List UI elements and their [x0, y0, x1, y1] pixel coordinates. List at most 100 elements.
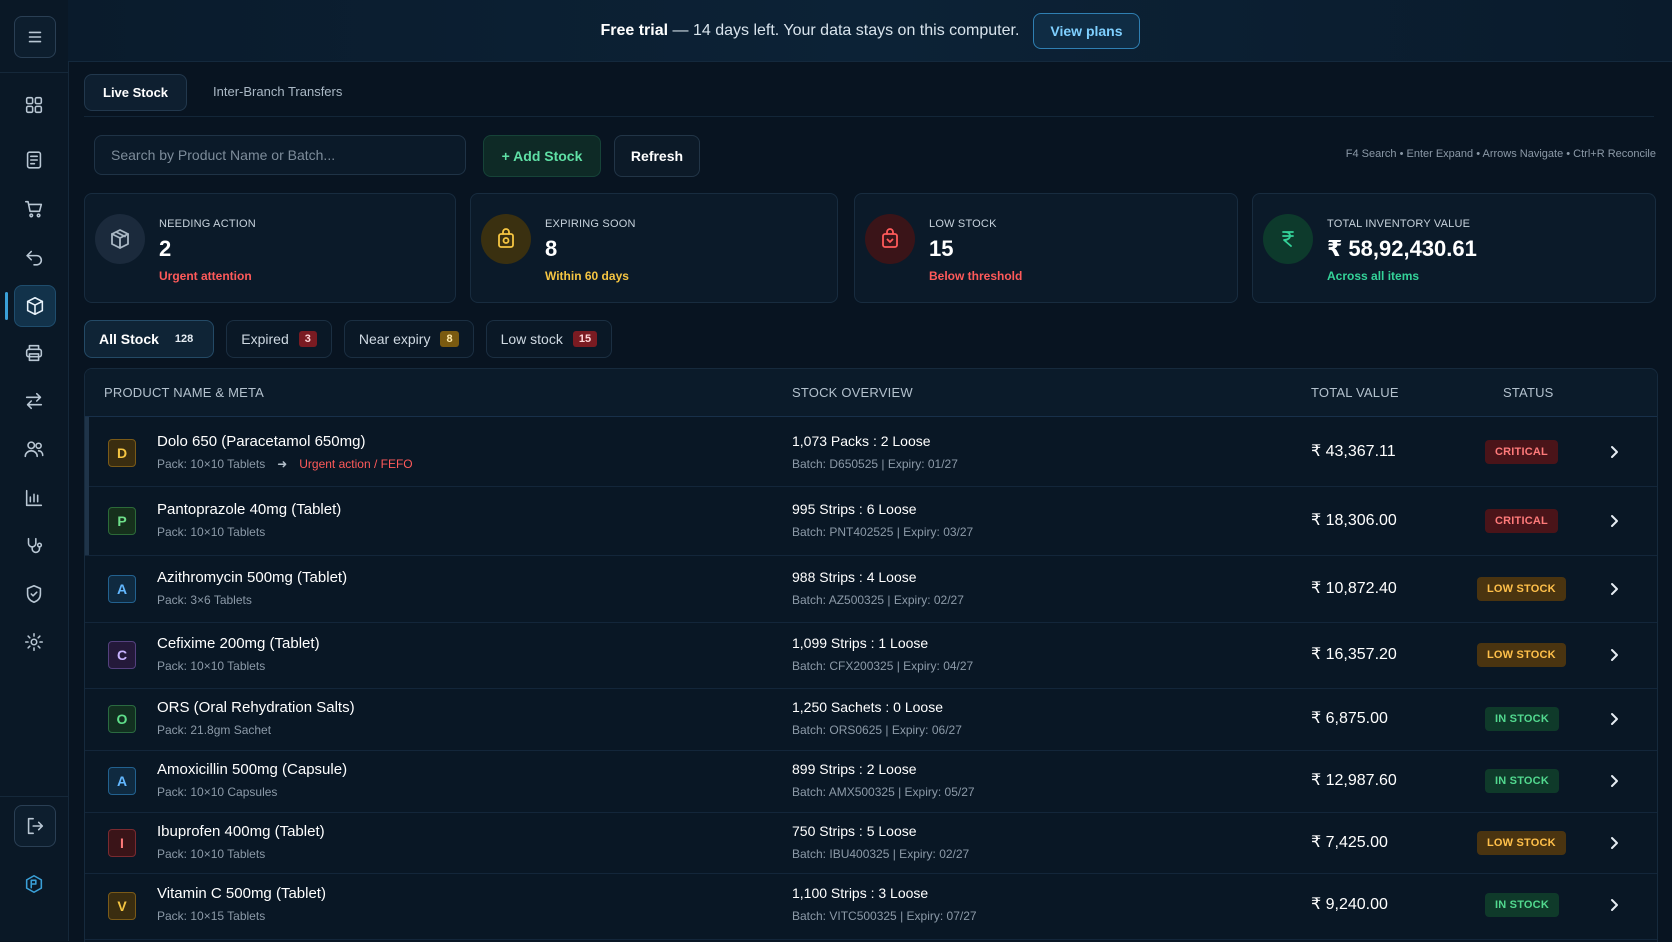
batch-expiry: Batch: AZ500325 | Expiry: 02/27	[792, 593, 964, 607]
expand-chevron[interactable]	[1606, 581, 1622, 597]
search-input[interactable]	[94, 135, 466, 175]
sidebar	[0, 0, 69, 941]
card-total-inventory-value[interactable]: TOTAL INVENTORY VALUE ₹ 58,92,430.61 Acr…	[1252, 193, 1656, 303]
chevron-right-icon	[1611, 775, 1618, 787]
count-badge: 128	[174, 333, 194, 345]
bag-clock-icon	[481, 214, 531, 264]
card-value: 15	[929, 236, 954, 261]
filter-near-expiry[interactable]: Near expiry 8	[343, 320, 474, 358]
trial-banner: Free trial — 14 days left. Your data sta…	[68, 0, 1672, 62]
users-icon	[24, 441, 44, 458]
product-meta: Pack: 3×6 Tablets	[157, 593, 252, 607]
table-row[interactable]: A Amoxicillin 500mg (Capsule) Pack: 10×1…	[85, 750, 1657, 813]
chevron-right-icon	[1611, 515, 1618, 527]
product-meta: Pack: 10×10 Tablets	[157, 847, 266, 861]
add-stock-button[interactable]: + Add Stock	[483, 135, 601, 177]
expand-chevron[interactable]	[1606, 835, 1622, 851]
card-needing-action[interactable]: NEEDING ACTION 2 Urgent attention	[84, 193, 456, 303]
product-name: Pantoprazole 40mg (Tablet)	[157, 501, 342, 518]
stock-overview: 1,073 Packs : 2 Loose	[792, 433, 931, 449]
bag-alert-icon	[865, 214, 915, 264]
view-plans-button[interactable]: View plans	[1033, 12, 1140, 49]
tab-live-stock[interactable]: Live Stock	[84, 74, 188, 111]
app-logo	[14, 864, 54, 904]
sidebar-item-inventory[interactable]	[5, 285, 56, 327]
sidebar-item-purchase[interactable]	[14, 189, 54, 229]
table-row[interactable]: A Azithromycin 500mg (Tablet) Pack: 3×6 …	[85, 555, 1657, 623]
total-value: ₹ 10,872.40	[1311, 580, 1397, 597]
keyboard-shortcuts-hint: F4 Search • Enter Expand • Arrows Naviga…	[1345, 148, 1656, 160]
card-low-stock[interactable]: LOW STOCK 15 Below threshold	[854, 193, 1238, 303]
batch-expiry: Batch: CFX200325 | Expiry: 04/27	[792, 659, 974, 673]
sidebar-item-billing[interactable]	[14, 140, 54, 180]
page-tabs: Live Stock Inter-Branch Transfers	[84, 74, 360, 111]
stock-overview: 1,250 Sachets : 0 Loose	[792, 699, 943, 715]
expand-chevron[interactable]	[1606, 711, 1622, 727]
sidebar-item-transfers[interactable]	[14, 381, 54, 421]
column-header-product[interactable]: PRODUCT NAME & META	[104, 385, 264, 400]
product-name: Amoxicillin 500mg (Capsule)	[157, 761, 348, 778]
stock-overview: 1,100 Strips : 3 Loose	[792, 885, 929, 901]
filter-low-stock[interactable]: Low stock 15	[485, 320, 613, 358]
sidebar-item-settings[interactable]	[14, 622, 54, 662]
card-label: LOW STOCK	[929, 218, 997, 230]
product-avatar: A	[108, 575, 136, 603]
table-row[interactable]: P Pantoprazole 40mg (Tablet) Pack: 10×10…	[85, 486, 1657, 556]
urgent-flag: Urgent action / FEFO	[299, 457, 413, 471]
expand-chevron[interactable]	[1606, 897, 1622, 913]
product-name: ORS (Oral Rehydration Salts)	[157, 699, 355, 716]
sidebar-item-print[interactable]	[14, 333, 54, 373]
total-value: ₹ 18,306.00	[1311, 512, 1397, 529]
stock-filters: All Stock 128 Expired 3 Near expiry 8 Lo…	[84, 320, 613, 358]
sidebar-item-customers[interactable]	[14, 429, 54, 469]
expand-chevron[interactable]	[1606, 444, 1622, 460]
card-label: TOTAL INVENTORY VALUE	[1327, 218, 1471, 230]
total-value: ₹ 12,987.60	[1311, 772, 1397, 789]
column-header-status[interactable]: STATUS	[1503, 385, 1554, 400]
product-meta: Pack: 10×15 Tablets	[157, 909, 266, 923]
batch-expiry: Batch: AMX500325 | Expiry: 05/27	[792, 785, 975, 799]
total-value: ₹ 6,875.00	[1311, 710, 1388, 727]
expand-chevron[interactable]	[1606, 647, 1622, 663]
column-header-total-value[interactable]: TOTAL VALUE	[1311, 385, 1399, 400]
chevron-right-icon	[1611, 713, 1618, 725]
product-avatar: D	[108, 439, 136, 467]
status-badge: IN STOCK	[1485, 893, 1559, 917]
refresh-button[interactable]: Refresh	[614, 135, 700, 177]
sidebar-item-returns[interactable]	[14, 237, 54, 277]
expand-chevron[interactable]	[1606, 513, 1622, 529]
tab-inter-branch-transfers[interactable]: Inter-Branch Transfers	[195, 74, 360, 111]
filter-expired[interactable]: Expired 3	[226, 320, 332, 358]
expand-chevron[interactable]	[1606, 773, 1622, 789]
chevron-right-icon	[1611, 649, 1618, 661]
table-row[interactable]: D Dolo 650 (Paracetamol 650mg) Pack: 10×…	[85, 417, 1657, 487]
table-row[interactable]: I Ibuprofen 400mg (Tablet) Pack: 10×10 T…	[85, 812, 1657, 874]
product-avatar: A	[108, 767, 136, 795]
card-subtext: Within 60 days	[545, 269, 629, 283]
filter-all-stock[interactable]: All Stock 128	[84, 320, 215, 358]
table-row[interactable]: O ORS (Oral Rehydration Salts) Pack: 21.…	[85, 688, 1657, 751]
rupee-icon	[1263, 214, 1313, 264]
logout-button[interactable]	[14, 805, 56, 847]
table-row[interactable]: C Cefixime 200mg (Tablet) Pack: 10×10 Ta…	[85, 622, 1657, 689]
batch-expiry: Batch: PNT402525 | Expiry: 03/27	[792, 525, 974, 539]
table-row[interactable]: V Vitamin C 500mg (Tablet) Pack: 10×15 T…	[85, 873, 1657, 940]
sidebar-item-dashboard[interactable]	[14, 85, 54, 125]
product-avatar: P	[108, 507, 136, 535]
logout-icon	[27, 817, 44, 835]
chevron-right-icon	[1611, 837, 1618, 849]
sidebar-item-doctors[interactable]	[14, 526, 54, 566]
status-badge: CRITICAL	[1485, 440, 1558, 464]
document-icon	[26, 151, 42, 169]
card-expiring-soon[interactable]: EXPIRING SOON 8 Within 60 days	[470, 193, 838, 303]
total-value: ₹ 7,425.00	[1311, 834, 1388, 851]
arrow-right-icon: ➜	[277, 457, 288, 471]
box-icon	[26, 296, 44, 316]
product-meta: Pack: 10×10 Tablets	[157, 659, 266, 673]
menu-toggle-button[interactable]	[14, 16, 56, 58]
sidebar-item-reports[interactable]	[14, 478, 54, 518]
batch-expiry: Batch: ORS0625 | Expiry: 06/27	[792, 723, 962, 737]
grid-icon	[25, 96, 43, 114]
column-header-stock[interactable]: STOCK OVERVIEW	[792, 385, 913, 400]
sidebar-item-compliance[interactable]	[14, 574, 54, 614]
